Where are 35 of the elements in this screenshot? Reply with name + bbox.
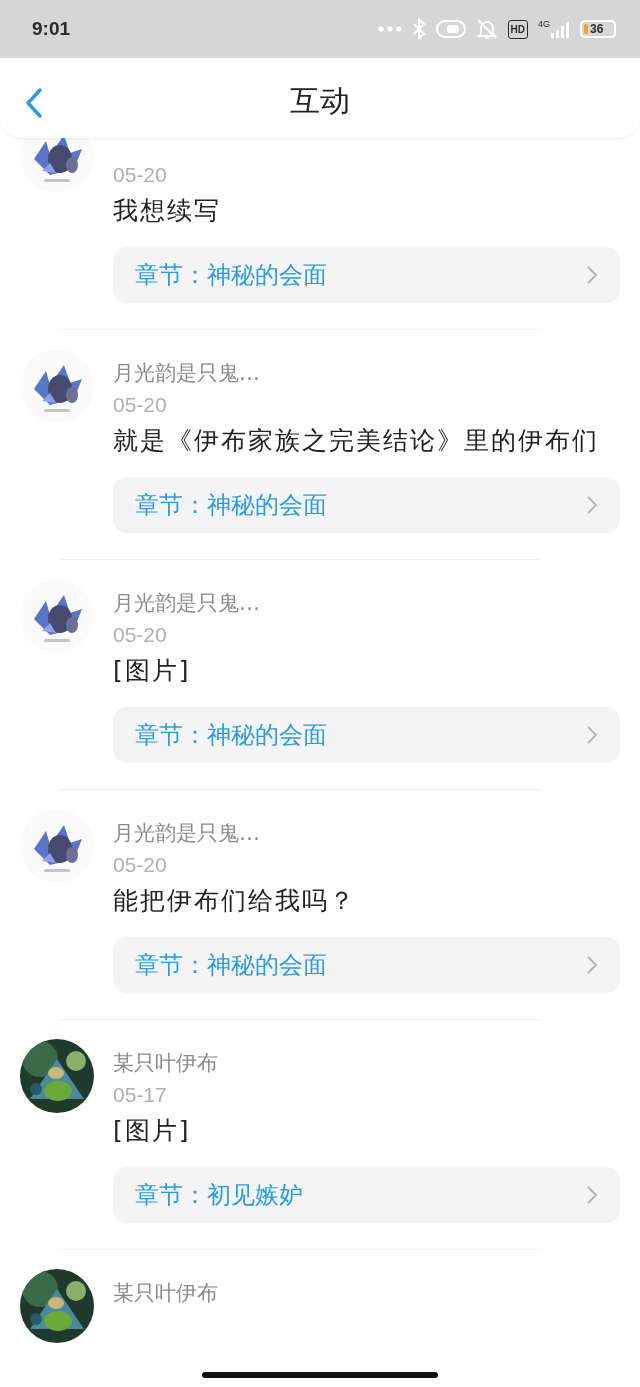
comment-text: 能把伊布们给我吗？ (113, 885, 357, 917)
comment-text: 我想续写 (113, 195, 222, 227)
chevron-right-icon (586, 265, 598, 285)
bluetooth-icon (411, 18, 426, 40)
hd-label: HD (507, 19, 528, 39)
user-name: 某只叶伊布 (113, 1280, 219, 1307)
comment-text: [图片] (113, 655, 192, 687)
network-label: 4G (538, 20, 550, 29)
chapter-link[interactable]: 章节：神秘的会面 (113, 937, 620, 993)
chapter-link[interactable]: 章节：神秘的会面 (113, 247, 620, 303)
chevron-right-icon (586, 495, 598, 515)
user-name: 月光韵是只鬼… (113, 820, 261, 847)
chapter-link[interactable]: 章节：初见嫉妒 (113, 1167, 620, 1223)
comment-date: 05-17 (113, 1082, 168, 1108)
chevron-right-icon (586, 955, 598, 975)
comment-date: 05-20 (113, 392, 168, 418)
page-title: 互动 (290, 82, 350, 120)
battery-indicator: 36 (580, 20, 616, 38)
toggle-icon (435, 20, 466, 38)
user-name: 某只叶伊布 (113, 1050, 219, 1077)
comment-date: 05-20 (113, 852, 168, 878)
user-name: 月光韵是只鬼… (113, 360, 261, 387)
signal-icon (550, 20, 570, 38)
chapter-link[interactable]: 章节：神秘的会面 (113, 707, 620, 763)
chevron-right-icon (586, 1185, 598, 1205)
comment-date: 05-20 (113, 162, 168, 188)
comment-date: 05-20 (113, 622, 168, 648)
chevron-right-icon (586, 725, 598, 745)
clock-time: 9:01 (32, 16, 71, 41)
user-name: 月光韵是只鬼… (113, 590, 261, 617)
bell-off-icon (475, 18, 498, 40)
comment-text: 就是《伊布家族之完美结论》里的伊布们 (113, 425, 600, 457)
comment-text: [图片] (113, 1115, 192, 1147)
more-icon (377, 26, 402, 32)
chapter-link[interactable]: 章节：神秘的会面 (113, 477, 620, 533)
